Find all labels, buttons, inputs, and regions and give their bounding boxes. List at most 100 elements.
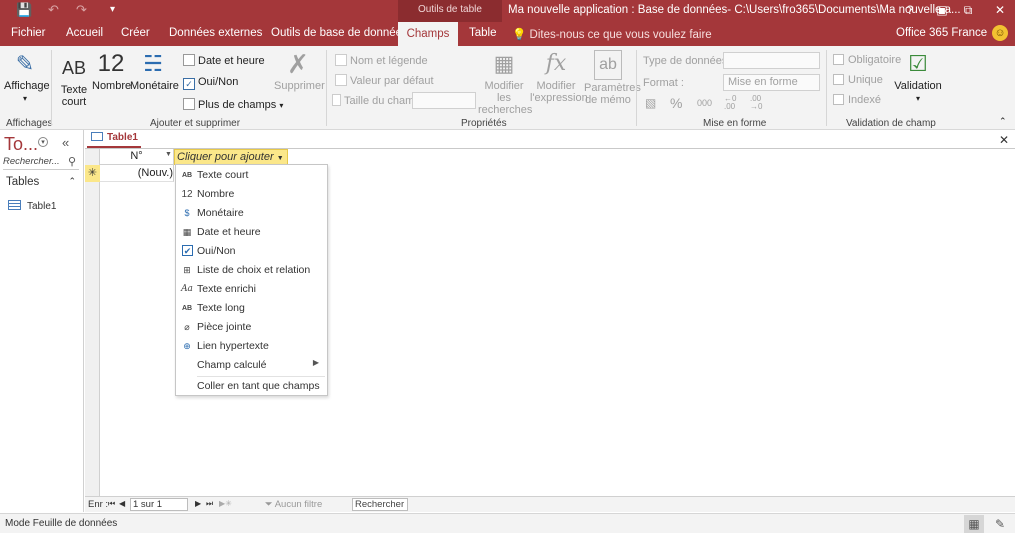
first-record-icon[interactable]: ⏮ xyxy=(108,499,115,509)
nav-section-tables[interactable]: Tables ⌃ xyxy=(0,173,84,193)
ribbon: ✎ Affichage ▾ Affichages AB Texte court 1… xyxy=(0,46,1015,130)
tab-creer[interactable]: Créer xyxy=(121,27,150,39)
menu-item-label: Coller en tant que champs xyxy=(197,380,320,392)
menu-item-oui-non[interactable]: ✔ Oui/Non xyxy=(176,242,327,261)
calendar-icon: ▦ xyxy=(182,227,192,237)
oui-non-button[interactable]: ✓ Oui/Non xyxy=(183,76,238,90)
plus-champs-button[interactable]: Plus de champs ▾ xyxy=(183,98,283,111)
currency-icon: ☵ xyxy=(143,51,163,76)
modifier-expression-label: Modifier l'expression xyxy=(530,80,588,104)
validation-button[interactable]: ☑ Validation ▾ xyxy=(893,50,943,105)
next-record-icon[interactable]: ▶ xyxy=(195,499,201,508)
nombre-label: Nombre xyxy=(92,80,132,92)
thousands-icon[interactable]: 000 xyxy=(697,98,712,108)
tab-outils-bdd[interactable]: Outils de base de données xyxy=(271,27,408,39)
menu-item-nombre[interactable]: 12 Nombre xyxy=(176,185,327,204)
modifier-expression-button[interactable]: fx Modifier l'expression xyxy=(530,50,588,104)
menu-item-coller-champs[interactable]: Coller en tant que champs xyxy=(176,377,327,396)
previous-record-icon[interactable]: ◀ xyxy=(119,499,125,508)
customize-qat-icon[interactable]: ▾ xyxy=(110,4,115,15)
menu-item-date-heure[interactable]: ▦ Date et heure xyxy=(176,223,327,242)
increase-decimals-icon[interactable]: ←0.00 xyxy=(724,95,736,111)
affichage-button[interactable]: ✎ Affichage ▾ xyxy=(4,50,50,105)
obligatoire-checkbox[interactable]: Obligatoire xyxy=(833,54,901,66)
sort-dropdown-icon[interactable]: ▼ xyxy=(165,151,172,158)
nav-pane-title[interactable]: To... xyxy=(4,134,38,155)
taille-champ-label-wrap: Taille du champ xyxy=(332,94,420,107)
date-heure-button[interactable]: Date et heure xyxy=(183,54,265,67)
delete-x-icon: ✗ xyxy=(287,49,309,79)
monetaire-label: Monétaire xyxy=(130,80,179,92)
document-tab-table1[interactable]: Table1 xyxy=(87,132,141,148)
restore-button[interactable]: ⧉ xyxy=(956,1,980,21)
navigation-pane: To... ▾ « Rechercher... ⚲ Tables ⌃ Table… xyxy=(0,130,84,512)
nav-menu-chevron-icon[interactable]: ▾ xyxy=(38,137,48,147)
search-icon[interactable]: ⚲ xyxy=(68,155,76,168)
valeur-defaut-button[interactable]: Valeur par défaut xyxy=(335,74,434,87)
ribbon-display-icon[interactable]: ▣ xyxy=(930,1,954,21)
lookup-icon: ▦ xyxy=(493,51,515,76)
tab-table[interactable]: Table xyxy=(469,27,497,39)
nav-item-table1[interactable]: Table1 xyxy=(8,200,56,212)
currency-format-icon[interactable]: ▧ xyxy=(645,96,656,110)
current-record-input[interactable]: 1 sur 1 xyxy=(130,498,188,511)
undo-icon[interactable]: ↶ xyxy=(48,2,59,18)
table-icon xyxy=(91,132,103,141)
percent-icon[interactable]: % xyxy=(670,95,682,111)
checkbox-icon xyxy=(833,74,844,85)
datasheet-view-icon: ✎ xyxy=(15,51,35,76)
tab-donnees-externes[interactable]: Données externes xyxy=(169,27,262,39)
texte-court-button[interactable]: AB Texte court xyxy=(58,54,90,108)
save-icon[interactable]: 💾 xyxy=(16,2,32,18)
decrease-decimals-icon[interactable]: .00 →0 xyxy=(750,95,762,111)
menu-item-piece-jointe[interactable]: ⌀ Pièce jointe xyxy=(176,318,327,337)
tell-me-box[interactable]: 💡 Dites-nous ce que vous voulez faire xyxy=(512,27,712,41)
datasheet-view-icon[interactable]: ▦ xyxy=(964,515,984,533)
close-button[interactable]: ✕ xyxy=(988,1,1012,21)
last-record-icon[interactable]: ⏭ xyxy=(206,499,213,509)
new-record-nav-icon[interactable]: ▶✳ xyxy=(219,499,232,508)
menu-item-champ-calcule[interactable]: Champ calculé ▶ xyxy=(176,356,327,375)
group-separator xyxy=(636,50,637,126)
click-to-add-header[interactable]: Cliquer pour ajouter ▼ xyxy=(174,149,288,165)
menu-item-texte-enrichi[interactable]: Aa Texte enrichi xyxy=(176,280,327,299)
column-header-n[interactable]: N° xyxy=(100,149,174,165)
indexe-checkbox[interactable]: Indexé xyxy=(833,94,881,106)
help-button[interactable]: ? xyxy=(898,1,922,21)
shutter-bar-icon[interactable]: « xyxy=(62,135,69,150)
new-record-cell[interactable]: (Nouv.) xyxy=(100,165,174,182)
tab-champs[interactable]: Champs xyxy=(398,22,458,46)
contextual-tab-group: Outils de table xyxy=(398,0,502,22)
menu-item-label: Date et heure xyxy=(197,226,261,238)
redo-icon[interactable]: ↷ xyxy=(76,2,87,18)
menu-item-texte-court[interactable]: AB Texte court xyxy=(176,166,327,185)
click-to-add-label: Cliquer pour ajouter xyxy=(177,151,274,163)
nombre-button[interactable]: 12 Nombre xyxy=(92,50,132,92)
field-type-menu: AB Texte court 12 Nombre $ Monétaire ▦ Date … xyxy=(175,164,328,396)
tab-accueil[interactable]: Accueil xyxy=(66,27,103,39)
parametres-memo-button[interactable]: ab Paramètres de mémo xyxy=(584,50,641,106)
supprimer-button[interactable]: ✗ Supprimer xyxy=(274,49,325,92)
menu-item-lien-hypertexte[interactable]: ⊕ Lien hypertexte xyxy=(176,337,327,356)
account-name[interactable]: Office 365 France xyxy=(896,27,987,39)
menu-item-texte-long[interactable]: AB Texte long xyxy=(176,299,327,318)
nom-legende-button[interactable]: Nom et légende xyxy=(335,54,428,67)
filter-button[interactable]: ⏷ Aucun filtre xyxy=(265,499,322,510)
close-document-icon[interactable]: ✕ xyxy=(999,133,1009,147)
monetaire-button[interactable]: ☵ Monétaire xyxy=(130,50,179,92)
record-search-input[interactable]: Rechercher xyxy=(352,498,408,511)
modifier-recherches-button[interactable]: ▦ Modifier les recherches xyxy=(478,50,532,116)
menu-item-liste-choix[interactable]: ⊞ Liste de choix et relation xyxy=(176,261,327,280)
new-record-icon[interactable]: ✳ xyxy=(85,165,100,182)
window-title: Ma nouvelle application : Base de donnée… xyxy=(508,4,961,16)
design-view-icon[interactable]: ✎ xyxy=(990,515,1010,533)
menu-item-monetaire[interactable]: $ Monétaire xyxy=(176,204,327,223)
affichage-label: Affichage xyxy=(4,80,50,92)
type-donnees-select[interactable] xyxy=(723,52,820,69)
unique-checkbox[interactable]: Unique xyxy=(833,74,883,86)
tab-fichier[interactable]: Fichier xyxy=(11,27,46,39)
format-select[interactable]: Mise en forme xyxy=(723,74,820,91)
collapse-ribbon-icon[interactable]: ⌃ xyxy=(999,116,1007,127)
taille-champ-input[interactable] xyxy=(412,92,476,109)
feedback-smiley-icon[interactable]: ☺ xyxy=(992,25,1008,41)
